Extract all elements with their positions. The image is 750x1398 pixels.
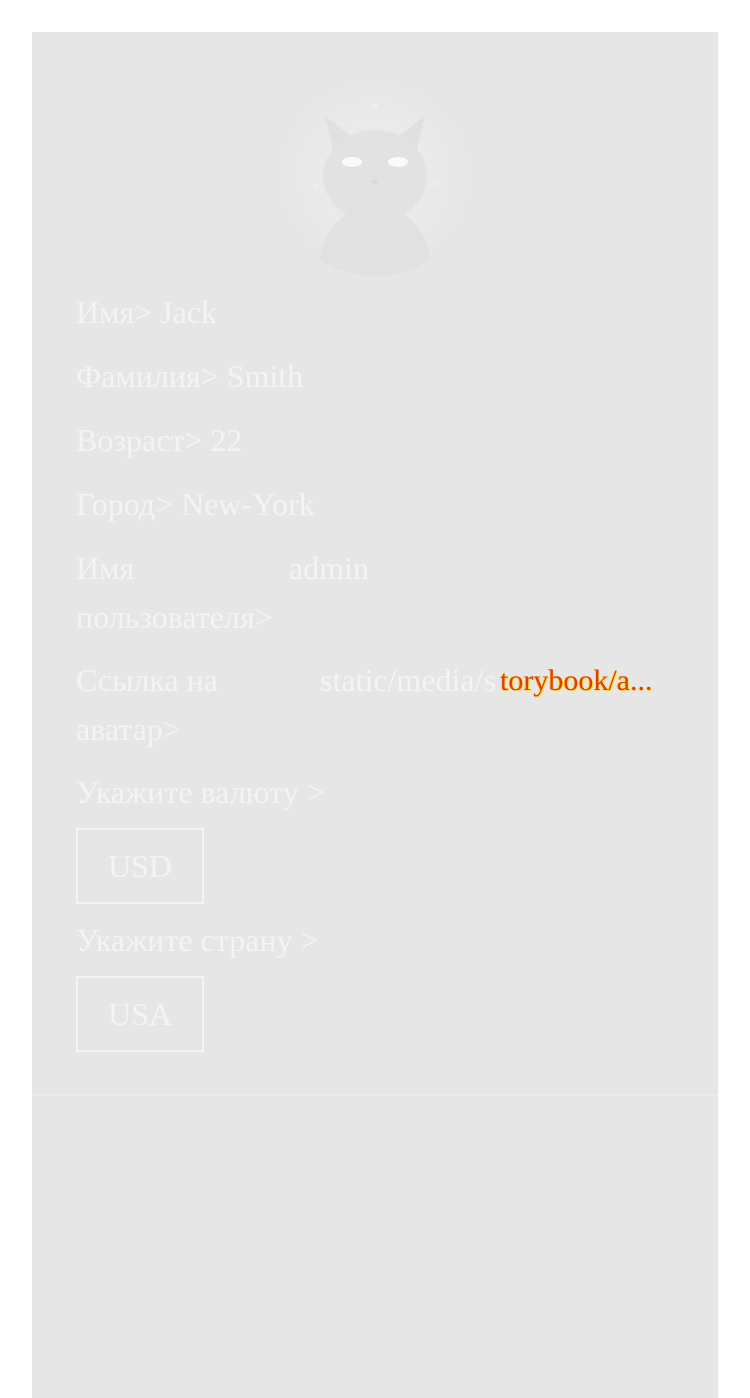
avatar-link-label: Ссылка на аватар>	[76, 662, 218, 747]
age-label: Возраст>	[76, 422, 203, 458]
country-selected-value[interactable]: USA	[108, 996, 172, 1032]
city-row: Город> New-York	[76, 480, 315, 529]
avatar-link-row: Ссылка на аватар> static/media/s toryboo…	[76, 656, 676, 754]
cat-avatar-icon	[275, 76, 475, 276]
first-name-value: Jack	[160, 294, 217, 330]
divider	[32, 1094, 718, 1096]
username-row: Имя пользователя> admin	[76, 544, 676, 642]
age-row: Возраст> 22	[76, 416, 242, 465]
last-name-row: Фамилия> Smith	[76, 352, 303, 401]
avatar	[275, 76, 475, 276]
city-label: Город>	[76, 486, 174, 522]
avatar-link-overflow-text: torybook/a...	[500, 664, 653, 697]
first-name-row: Имя> Jack	[76, 288, 217, 337]
currency-label: Укажите валюту >	[76, 774, 325, 810]
profile-card: Имя> Jack Фамилия> Smith Возраст> 22 Гор…	[32, 32, 718, 1398]
currency-select[interactable]: USD	[76, 828, 204, 904]
last-name-label: Фамилия>	[76, 358, 219, 394]
country-select[interactable]: USA	[76, 976, 204, 1052]
last-name-value: Smith	[226, 358, 304, 394]
first-name-label: Имя>	[76, 294, 153, 330]
username-label: Имя пользователя>	[76, 550, 273, 635]
currency-selected-value[interactable]: USD	[108, 848, 172, 884]
avatar-link-text[interactable]: static/media/s	[320, 662, 496, 698]
country-label: Укажите страну >	[76, 922, 319, 958]
username-value: admin	[289, 550, 369, 586]
age-value: 22	[210, 422, 243, 458]
city-value: New-York	[181, 486, 315, 522]
